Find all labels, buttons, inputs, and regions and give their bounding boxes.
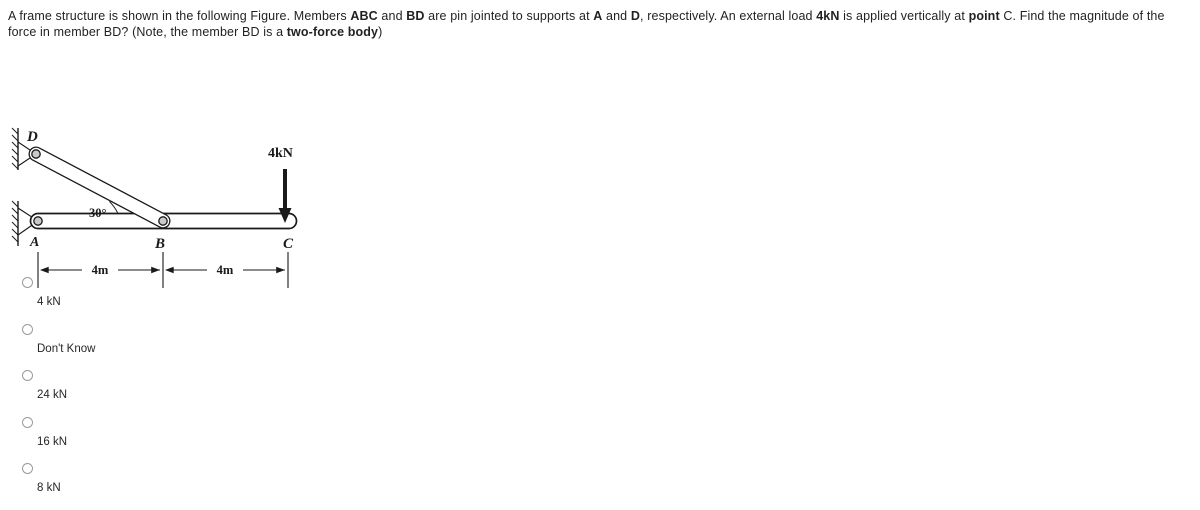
pin-d xyxy=(31,149,41,159)
option-row-3[interactable]: 16 kN xyxy=(0,410,420,457)
option-label-2[interactable]: 24 kN xyxy=(37,389,67,401)
question-stem: A frame structure is shown in the follow… xyxy=(8,9,1165,39)
option-row-2[interactable]: 24 kN xyxy=(0,363,420,410)
option-label-1[interactable]: Don't Know xyxy=(37,343,95,355)
label-d: D xyxy=(26,129,38,145)
option-label-0[interactable]: 4 kN xyxy=(37,296,61,308)
label-a: A xyxy=(29,235,39,250)
label-b: B xyxy=(154,236,165,252)
frame-structure-figure: 30° 4kN A B C D 4m 4m xyxy=(0,58,330,288)
frame-diagram-svg: 30° 4kN A B C D xyxy=(11,127,298,252)
radio-option-1[interactable] xyxy=(22,323,33,335)
radio-option-4[interactable] xyxy=(22,463,33,474)
option-label-4[interactable]: 8 kN xyxy=(37,482,61,494)
option-label-3[interactable]: 16 kN xyxy=(37,436,67,448)
pin-a xyxy=(33,216,43,226)
radio-option-3[interactable] xyxy=(22,416,33,428)
radio-option-2[interactable] xyxy=(22,370,33,381)
answer-options-list: 4 kN Don't Know 24 kN 16 kN 8 kN xyxy=(0,270,420,503)
option-row-0[interactable]: 4 kN xyxy=(0,270,420,317)
angle-label: 30° xyxy=(89,206,107,220)
option-row-1[interactable]: Don't Know xyxy=(0,317,420,364)
load-label: 4kN xyxy=(268,146,293,161)
pin-b xyxy=(158,216,168,226)
label-c: C xyxy=(283,236,294,252)
radio-option-0[interactable] xyxy=(22,277,33,288)
option-row-4[interactable]: 8 kN xyxy=(0,456,420,503)
